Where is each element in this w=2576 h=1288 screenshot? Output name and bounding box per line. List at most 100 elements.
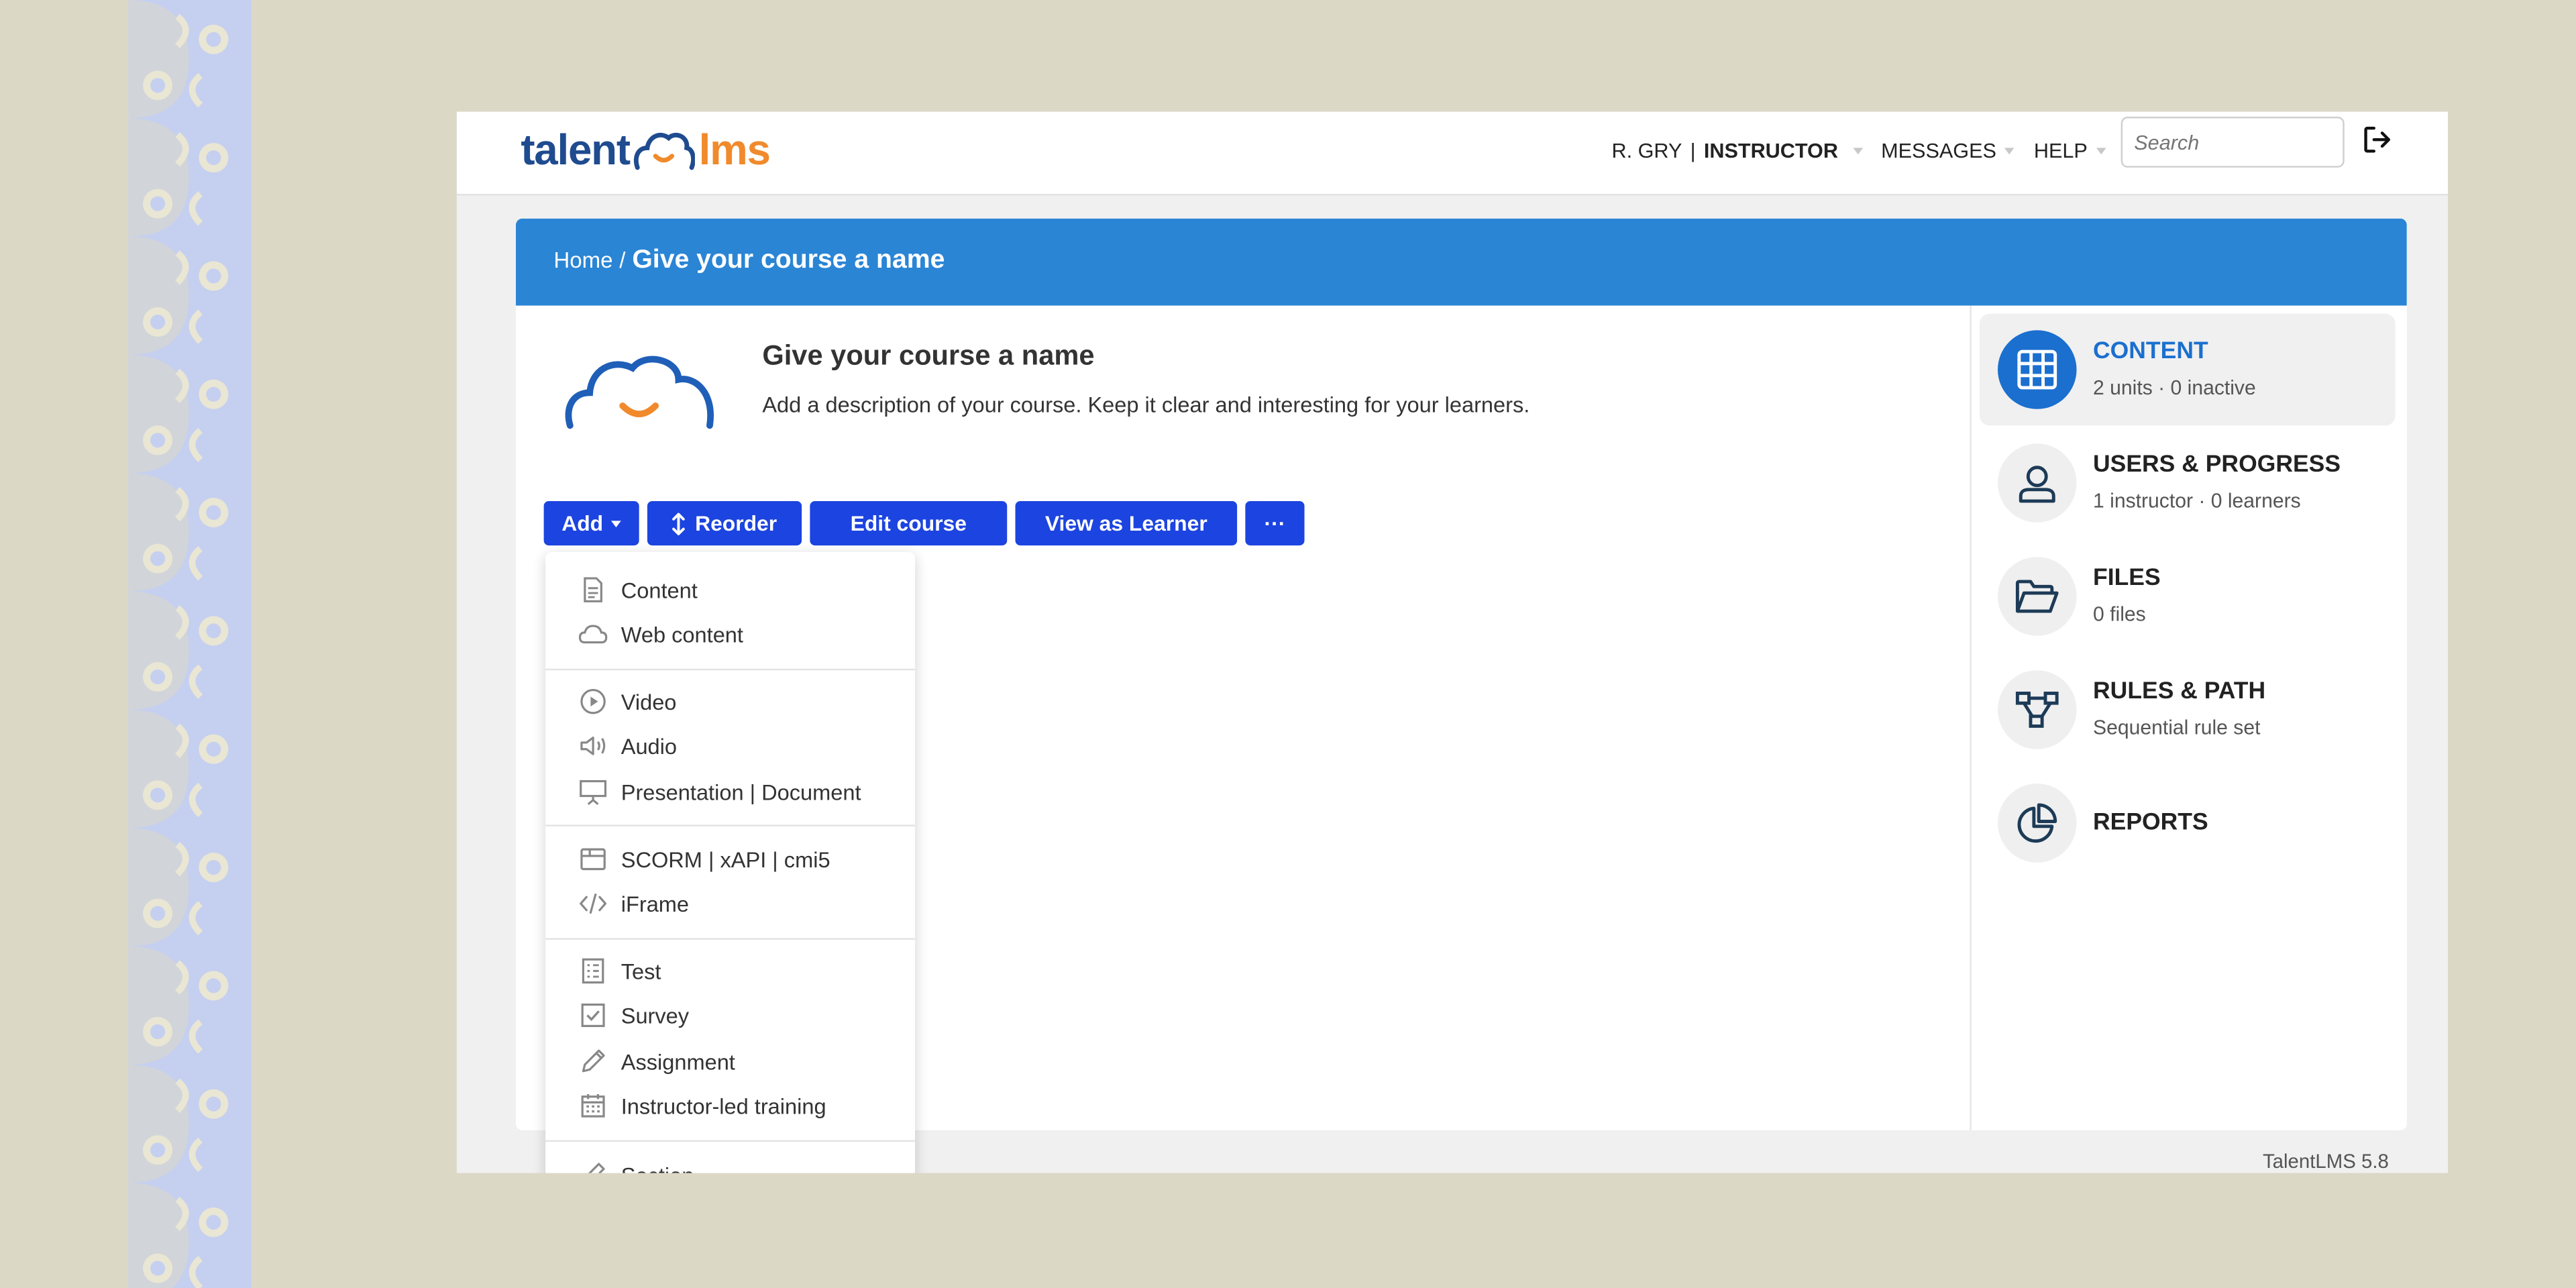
view-as-learner-label: View as Learner [1044, 511, 1208, 536]
user-name: R. GRY [1611, 140, 1682, 163]
logout-icon [2364, 126, 2391, 153]
messages-label: MESSAGES [1881, 140, 1996, 163]
menu-divider [545, 1140, 916, 1142]
logo-text-right: lms [698, 123, 771, 174]
sidebar-item-users-progress[interactable]: USERS & PROGRESS 1 instructor · 0 learne… [1980, 427, 2396, 539]
logout-button[interactable] [2363, 125, 2392, 162]
menu-item-label: Survey [621, 1003, 690, 1028]
pencil-icon [582, 1049, 605, 1073]
view-as-learner-button[interactable]: View as Learner [1015, 500, 1238, 546]
user-menu[interactable]: R. GRY | INSTRUCTOR [1611, 129, 1863, 172]
course-image[interactable] [564, 354, 718, 444]
checkbox-icon [581, 1003, 605, 1027]
sidebar-item-content[interactable]: CONTENT 2 units · 0 inactive [1980, 313, 2396, 426]
document-icon [584, 577, 602, 602]
breadcrumb-home[interactable]: Home [553, 248, 612, 273]
menu-item-section[interactable]: Section [545, 1153, 915, 1173]
add-button-label: Add [561, 511, 604, 536]
sidebar-item-sub: 0 files [2093, 602, 2146, 627]
folder-icon [1997, 557, 2077, 636]
sidebar-item-sub: 2 units · 0 inactive [2093, 376, 2256, 400]
user-icon [1997, 443, 2077, 523]
menu-item-content[interactable]: Content [545, 568, 915, 611]
calendar-icon [581, 1094, 605, 1118]
nav-divider: | [1690, 140, 1696, 163]
menu-item-audio[interactable]: Audio [545, 724, 915, 767]
app-window: talent lms R. GRY | INSTRUCTOR MESSAGES … [456, 111, 2449, 1173]
reorder-button[interactable]: Reorder [647, 500, 802, 546]
cloud-icon [578, 625, 608, 644]
sidebar-item-rules-path[interactable]: RULES & PATH Sequential rule set [1980, 654, 2396, 766]
menu-item-assignment[interactable]: Assignment [545, 1040, 915, 1083]
sidebar-item-reports[interactable]: REPORTS [1980, 767, 2396, 879]
breadcrumb: Home / Give your course a name [553, 246, 945, 276]
menu-item-video[interactable]: Video [545, 680, 915, 723]
search-input[interactable] [2121, 116, 2345, 168]
add-dropdown-menu: Content Web content Video Audio Presenta… [545, 551, 916, 1173]
menu-item-label: Content [621, 577, 698, 602]
messages-menu[interactable]: MESSAGES [1881, 129, 2015, 172]
menu-item-label: Section [621, 1163, 694, 1173]
sidebar-item-label: REPORTS [2093, 810, 2208, 837]
add-button[interactable]: Add [543, 500, 639, 546]
menu-item-web-content[interactable]: Web content [545, 612, 915, 655]
course-cloud-icon [565, 356, 714, 429]
course-actions: Add Reorder Edit course View as Learner … [543, 500, 1305, 546]
menu-item-label: SCORM | xAPI | cmi5 [621, 847, 830, 872]
sidebar-item-sub: Sequential rule set [2093, 716, 2261, 740]
grid-icon [1997, 330, 2077, 409]
menu-item-label: iFrame [621, 891, 690, 916]
flow-icon [1997, 670, 2077, 749]
chevron-down-icon [611, 520, 622, 527]
package-icon [580, 848, 606, 871]
sidebar-item-label: RULES & PATH [2093, 678, 2266, 705]
course-description[interactable]: Add a description of your course. Keep i… [762, 392, 1529, 417]
menu-item-scorm[interactable]: SCORM | xAPI | cmi5 [545, 838, 915, 881]
code-icon [580, 893, 607, 914]
menu-item-label: Audio [621, 733, 678, 759]
menu-item-label: Instructor-led training [621, 1093, 826, 1118]
course-sidebar: CONTENT 2 units · 0 inactive USERS & PRO… [1970, 305, 2406, 1130]
play-icon [580, 688, 606, 714]
logo-text-left: talent [521, 123, 631, 174]
test-icon [582, 958, 604, 984]
menu-item-label: Video [621, 689, 677, 714]
section-icon [588, 1163, 605, 1173]
menu-divider [545, 824, 916, 826]
user-role: INSTRUCTOR [1703, 140, 1838, 163]
more-options-label: ··· [1264, 511, 1286, 536]
reorder-button-label: Reorder [695, 511, 777, 536]
menu-divider [545, 668, 916, 671]
reorder-icon [672, 512, 685, 535]
menu-item-label: Test [621, 958, 661, 983]
pie-chart-icon [1997, 784, 2077, 863]
logo-cloud-icon [634, 133, 696, 170]
decorative-pattern [128, 0, 252, 1288]
menu-item-label: Web content [621, 621, 743, 647]
sidebar-item-label: FILES [2093, 565, 2161, 592]
help-menu[interactable]: HELP [2034, 129, 2106, 172]
menu-item-presentation[interactable]: Presentation | Document [545, 771, 915, 814]
breadcrumb-current: Give your course a name [632, 246, 945, 274]
course-title[interactable]: Give your course a name [762, 340, 1094, 373]
help-label: HELP [2033, 140, 2088, 163]
edit-course-button[interactable]: Edit course [810, 500, 1008, 546]
menu-item-test[interactable]: Test [545, 950, 915, 993]
app-version: TalentLMS 5.8 [2262, 1150, 2389, 1173]
sidebar-item-sub: 1 instructor · 0 learners [2093, 489, 2301, 513]
menu-divider [545, 938, 916, 940]
menu-item-instructor-led-training[interactable]: Instructor-led training [545, 1084, 915, 1127]
breadcrumb-separator: / [619, 248, 626, 273]
menu-item-iframe[interactable]: iFrame [545, 882, 915, 925]
edit-course-label: Edit course [850, 511, 967, 536]
chevron-down-icon [2004, 148, 2015, 155]
sidebar-item-files[interactable]: FILES 0 files [1980, 541, 2396, 653]
menu-item-label: Presentation | Document [621, 780, 861, 804]
chevron-down-icon [1853, 148, 1863, 155]
presentation-icon [580, 780, 607, 806]
top-navigation-bar: talent lms R. GRY | INSTRUCTOR MESSAGES … [456, 111, 2449, 196]
talentlms-logo[interactable]: talent lms [521, 120, 771, 179]
sidebar-item-label: USERS & PROGRESS [2093, 451, 2341, 478]
menu-item-survey[interactable]: Survey [545, 994, 915, 1037]
more-options-button[interactable]: ··· [1245, 500, 1305, 546]
